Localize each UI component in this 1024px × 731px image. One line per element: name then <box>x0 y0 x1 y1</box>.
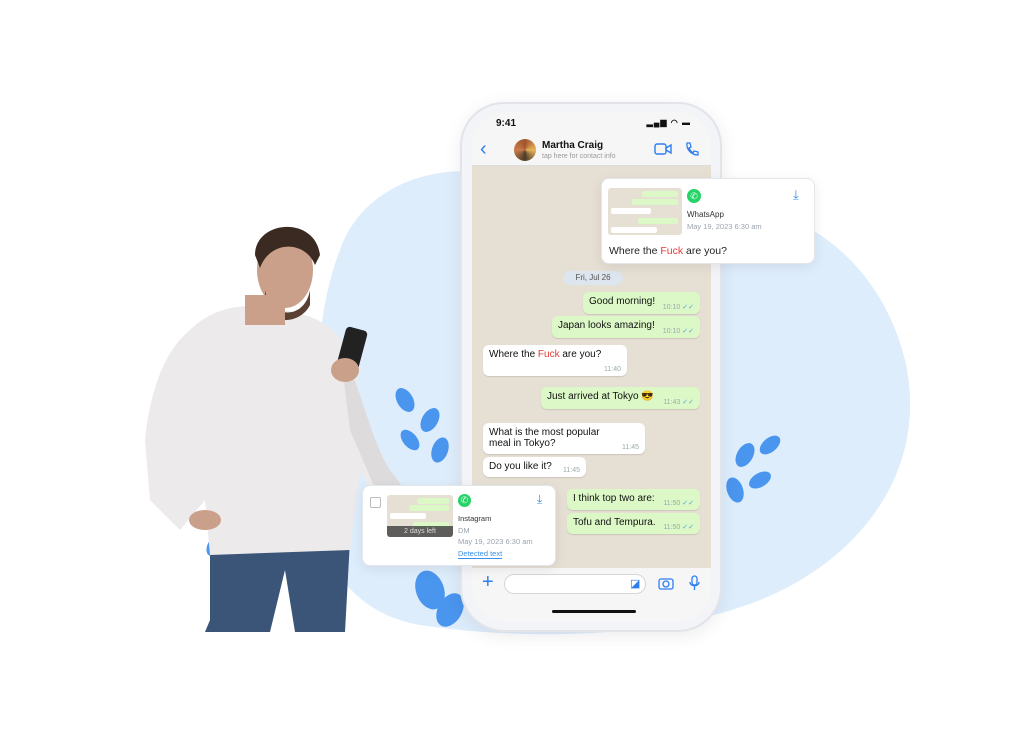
message-time: 11:43 <box>663 399 681 406</box>
text-part: are you? <box>559 349 602 360</box>
message-text: Good morning! <box>589 296 656 307</box>
message-bubble[interactable]: Good morning! 10:10 ✓✓ <box>583 292 700 314</box>
message-time: 11:45 <box>563 467 580 474</box>
person-illustration <box>145 226 405 632</box>
message-time: 11:45 <box>622 444 639 451</box>
detection-date: May 19, 2023 6:30 am <box>458 537 533 546</box>
camera-icon[interactable] <box>658 576 674 590</box>
message-bubble[interactable]: Where the Fuck are you? 11:40 <box>483 345 627 376</box>
message-bubble[interactable]: Japan looks amazing! 10:10 ✓✓ <box>552 316 700 338</box>
back-button[interactable]: ‹ <box>480 138 487 161</box>
message-text: Just arrived at Tokyo 😎 <box>547 391 654 402</box>
avatar[interactable] <box>514 139 536 161</box>
message-text: I think top two are: <box>573 493 655 504</box>
whatsapp-icon: ✆ <box>458 494 471 507</box>
read-ticks-icon: ✓✓ <box>682 304 694 311</box>
microphone-icon[interactable] <box>688 575 700 591</box>
flagged-word: Fuck <box>660 245 684 257</box>
read-ticks-icon: ✓✓ <box>682 328 694 335</box>
detection-card-instagram[interactable]: 2 days left ✆ Instagram DM May 19, 2023 … <box>362 485 556 566</box>
message-time: 10:10 <box>662 304 681 311</box>
message-text: Where the Fuck are you? <box>489 349 601 360</box>
text-part: are you? <box>683 245 727 257</box>
message-text: What is the most popular meal in Tokyo? <box>489 427 600 449</box>
screenshot-thumbnail[interactable] <box>608 188 682 235</box>
message-bubble[interactable]: I think top two are: 11:50 ✓✓ <box>567 489 700 510</box>
message-time: 11:50 <box>663 524 681 531</box>
screenshot-thumbnail[interactable]: 2 days left <box>387 495 453 537</box>
detected-message: Where the Fuck are you? <box>609 245 727 257</box>
detected-text-link[interactable]: Detected text <box>458 549 503 559</box>
message-bubble[interactable]: Just arrived at Tokyo 😎 11:43 ✓✓ <box>541 387 700 409</box>
message-time: 11:40 <box>604 366 621 373</box>
sticker-icon[interactable]: ◪ <box>630 577 640 590</box>
app-name: WhatsApp <box>687 210 724 219</box>
select-checkbox[interactable] <box>370 497 381 508</box>
text-part: Where the <box>489 349 538 360</box>
read-ticks-icon: ✓✓ <box>682 399 694 406</box>
message-time: 10:10 <box>662 328 681 335</box>
input-bar: + ◪ <box>472 568 711 622</box>
message-input[interactable] <box>504 574 646 594</box>
expiry-badge: 2 days left <box>387 526 453 537</box>
date-chip: Fri, Jul 26 <box>563 271 623 285</box>
message-text: Tofu and Tempura. <box>573 517 656 528</box>
flagged-word: Fuck <box>537 349 560 360</box>
status-bar: 9:41 ▂▄▆ ◠ ▬ <box>472 112 711 132</box>
contact-name[interactable]: Martha Craig <box>542 140 603 151</box>
message-text: Do you like it? <box>489 461 552 472</box>
video-call-icon[interactable] <box>654 143 672 155</box>
attach-plus-button[interactable]: + <box>482 571 494 594</box>
signal-wifi-battery-icon: ▂▄▆ ◠ ▬ <box>646 118 691 127</box>
message-bubble[interactable]: Do you like it? 11:45 <box>483 457 586 477</box>
text-part: Where the <box>609 245 661 257</box>
phone-call-icon[interactable] <box>684 141 700 157</box>
message-text: Japan looks amazing! <box>558 320 655 331</box>
message-bubble[interactable]: What is the most popular meal in Tokyo? 1… <box>483 423 645 454</box>
message-time: 11:50 <box>663 500 681 507</box>
chat-header: ‹ Martha Craig tap here for contact info <box>472 132 711 166</box>
detection-date: May 19, 2023 6:30 am <box>687 222 762 231</box>
whatsapp-icon: ✆ <box>687 189 701 203</box>
read-ticks-icon: ✓✓ <box>682 500 694 507</box>
message-type: DM <box>458 526 470 535</box>
message-bubble[interactable]: Tofu and Tempura. 11:50 ✓✓ <box>567 513 700 534</box>
status-time: 9:41 <box>496 118 517 129</box>
detection-card-whatsapp[interactable]: ✆ WhatsApp May 19, 2023 6:30 am ⤓ Where … <box>601 178 815 264</box>
download-icon[interactable]: ⤓ <box>537 492 542 507</box>
app-name: Instagram <box>458 514 492 523</box>
read-ticks-icon: ✓✓ <box>682 524 694 531</box>
contact-info-hint[interactable]: tap here for contact info <box>542 153 616 160</box>
download-icon[interactable]: ⤓ <box>793 187 799 203</box>
home-indicator <box>552 610 636 613</box>
